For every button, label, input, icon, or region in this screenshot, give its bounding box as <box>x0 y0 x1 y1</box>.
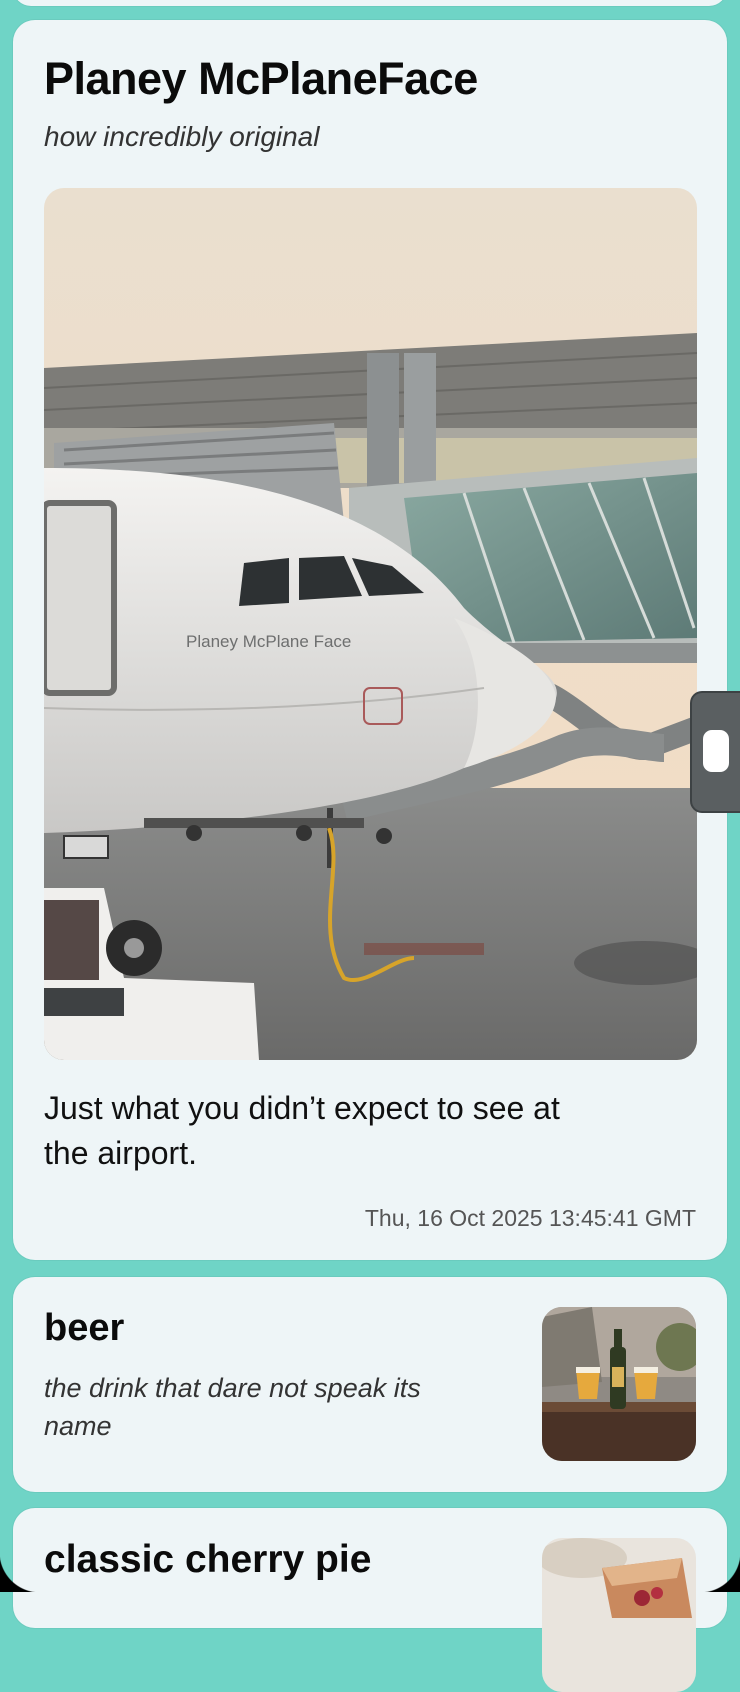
previous-post-card[interactable] <box>13 0 727 6</box>
post-timestamp: Thu, 16 Oct 2025 13:45:41 GMT <box>364 1205 696 1231</box>
post-title: beer <box>44 1307 125 1349</box>
scroll-handle-icon[interactable] <box>703 730 729 772</box>
scroll-handle[interactable] <box>692 693 740 811</box>
screen-corner-right <box>700 1552 740 1592</box>
beer-thumbnail[interactable] <box>542 1307 696 1461</box>
post-subtitle: the drink that dare not speak its name <box>44 1373 421 1441</box>
post-description: Just what you didn’t expect to see at th… <box>44 1090 560 1171</box>
post-title: Planey McPlaneFace <box>44 53 478 104</box>
cherry-pie-thumbnail[interactable] <box>542 1538 696 1692</box>
post-card-beer[interactable]: beer the drink that dare not speak its n… <box>13 1277 727 1492</box>
post-title: classic cherry pie <box>44 1538 372 1581</box>
post-photo: Planey McPlane Face <box>44 188 697 1060</box>
beer-thumbnail-illustration <box>542 1307 696 1461</box>
cherry-pie-thumbnail-illustration <box>542 1538 696 1692</box>
post-card-planey[interactable]: Planey McPlaneFace how incredibly origin… <box>13 20 727 1260</box>
plane-name-text: Planey McPlane Face <box>186 632 352 651</box>
post-card-cherry-pie[interactable]: classic cherry pie <box>13 1508 727 1692</box>
post-subtitle: how incredibly original <box>44 121 320 152</box>
airplane-photo-illustration <box>44 188 697 1060</box>
